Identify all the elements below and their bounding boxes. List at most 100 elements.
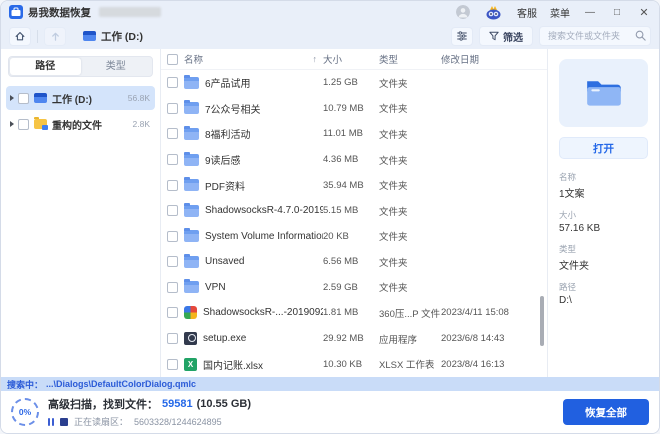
file-size: 11.01 MB	[323, 128, 363, 140]
home-button[interactable]	[9, 26, 31, 46]
filter-label: 筛选	[503, 32, 523, 44]
search-icon[interactable]	[634, 29, 647, 42]
table-row[interactable]: PDF资料 35.94 MB 文件夹	[161, 172, 547, 198]
row-checkbox[interactable]	[167, 281, 178, 293]
file-icon	[184, 332, 197, 346]
up-button[interactable]	[44, 26, 66, 46]
column-type[interactable]: 类型	[379, 52, 441, 66]
file-type: 文件夹	[379, 181, 408, 193]
column-name[interactable]: 名称 ↑	[184, 52, 323, 66]
reading-sector-label: 正在读扇区：	[74, 417, 129, 427]
file-date: 2023/4/11 15:08	[441, 307, 509, 319]
table-row[interactable]: 国内记账.xlsx 10.30 KB XLSX 工作表 2023/8/4 16:…	[161, 351, 547, 377]
column-name-label: 名称	[184, 55, 204, 66]
row-checkbox[interactable]	[167, 102, 178, 114]
sidebar-tab[interactable]: 类型	[81, 58, 152, 75]
close-icon[interactable]: ✕	[637, 6, 651, 19]
sidebar-tree-item[interactable]: 工作 (D:) 56.8K	[6, 86, 155, 110]
found-size: (10.55 GB)	[196, 398, 252, 410]
table-row[interactable]: VPN 2.59 GB 文件夹	[161, 275, 547, 301]
file-icon	[184, 125, 199, 140]
vip-mascot-icon[interactable]	[483, 5, 504, 20]
item-count: 56.8K	[127, 93, 150, 103]
filter-button[interactable]: 筛选	[479, 26, 533, 46]
sort-ascending-icon[interactable]: ↑	[313, 54, 318, 64]
file-icon	[184, 177, 199, 192]
row-checkbox[interactable]	[167, 77, 178, 89]
row-checkbox[interactable]	[167, 333, 178, 345]
file-icon	[184, 306, 197, 320]
file-type: 文件夹	[379, 78, 408, 90]
table-row[interactable]: Unsaved 6.56 MB 文件夹	[161, 249, 547, 275]
progress-circle: 0%	[11, 398, 39, 426]
item-checkbox[interactable]	[18, 92, 29, 104]
menu-link[interactable]: 菜单	[550, 5, 570, 20]
table-row[interactable]: System Volume Information 20 KB 文件夹	[161, 223, 547, 249]
list-scrollbar[interactable]	[540, 296, 544, 346]
file-size: 1.81 MB	[323, 307, 359, 319]
file-type: 360压...P 文件	[379, 308, 441, 320]
folder-icon	[586, 81, 621, 106]
expand-arrow-icon[interactable]	[10, 121, 14, 127]
file-icon	[184, 357, 197, 371]
row-checkbox[interactable]	[167, 307, 178, 319]
file-type: 文件夹	[379, 257, 408, 269]
file-icon	[184, 151, 199, 166]
item-checkbox[interactable]	[18, 118, 29, 130]
file-rows: 6产品试用 1.25 GB 文件夹 7公众号相关 10.79 MB 文件夹 8福…	[161, 70, 547, 377]
sidebar-tab-bar: 路径 类型	[8, 56, 153, 77]
maximize-icon[interactable]: □	[610, 7, 624, 18]
row-checkbox[interactable]	[167, 358, 178, 370]
scan-status-label: 高级扫描，找到文件：	[48, 399, 158, 411]
row-checkbox[interactable]	[167, 154, 178, 166]
field-value: D:\	[559, 295, 572, 306]
table-row[interactable]: setup.exe 29.92 MB 应用程序 2023/6/8 14:43	[161, 326, 547, 352]
toolbar-separator	[37, 29, 38, 43]
file-icon	[184, 202, 199, 217]
item-count: 2.8K	[132, 119, 151, 129]
row-checkbox[interactable]	[167, 230, 178, 242]
expand-arrow-icon[interactable]	[10, 95, 14, 101]
select-all-checkbox[interactable]	[167, 53, 178, 65]
user-avatar[interactable]	[456, 5, 470, 19]
arrow-up-icon	[51, 32, 59, 41]
column-date[interactable]: 修改日期	[441, 52, 541, 66]
sidebar-tab[interactable]: 路径	[10, 58, 81, 75]
found-count: 59581	[162, 398, 193, 410]
customer-service-link[interactable]: 客服	[517, 5, 537, 20]
column-size[interactable]: 大小	[323, 52, 379, 66]
stop-icon[interactable]	[60, 417, 68, 426]
file-size: 6.56 MB	[323, 256, 359, 268]
table-row[interactable]: 7公众号相关 10.79 MB 文件夹	[161, 96, 547, 122]
file-size: 35.94 MB	[323, 179, 364, 191]
table-row[interactable]: 9读后感 4.36 MB 文件夹	[161, 147, 547, 173]
table-row[interactable]: 8福利活动 11.01 MB 文件夹	[161, 121, 547, 147]
status-strip: 搜索中： ...\Dialogs\DefaultColorDialog.qmlc	[1, 377, 659, 391]
field-label: 大小	[559, 210, 577, 220]
file-date: 2023/6/8 14:43	[441, 333, 505, 345]
recover-all-button[interactable]: 恢复全部	[563, 399, 649, 425]
file-icon	[184, 253, 199, 268]
row-checkbox[interactable]	[167, 205, 178, 217]
row-checkbox[interactable]	[167, 128, 178, 140]
preview-field: 路径 D:\	[559, 281, 648, 306]
view-options-button[interactable]	[451, 26, 473, 46]
table-row[interactable]: 6产品试用 1.25 GB 文件夹	[161, 70, 547, 96]
preview-panel: 打开 名称 1文案 大小 57.16 KB 类型 文件夹 路径 D:\	[547, 49, 659, 377]
file-name: ShadowsocksR-4.7.0-20190929	[205, 205, 323, 217]
search-box	[539, 26, 651, 46]
item-label: 重构的文件	[52, 120, 102, 132]
minimize-icon[interactable]: —	[583, 7, 597, 18]
row-checkbox[interactable]	[167, 256, 178, 268]
table-row[interactable]: ShadowsocksR-...-20190929.zip 1.81 MB 36…	[161, 300, 547, 326]
table-row[interactable]: ShadowsocksR-4.7.0-20190929 5.15 MB 文件夹	[161, 198, 547, 224]
file-date: 2023/8/4 16:13	[441, 358, 505, 370]
row-checkbox[interactable]	[167, 179, 178, 191]
sidebar-tree-item[interactable]: 重构的文件 2.8K	[6, 112, 155, 136]
app-logo-icon	[9, 5, 23, 19]
open-button[interactable]: 打开	[559, 137, 648, 159]
pause-icon[interactable]	[48, 417, 54, 426]
file-name: 6产品试用	[205, 79, 251, 91]
sidebar-tree: 工作 (D:) 56.8K 重构的文件 2.8K	[6, 86, 155, 136]
field-value: 文件夹	[559, 261, 589, 272]
